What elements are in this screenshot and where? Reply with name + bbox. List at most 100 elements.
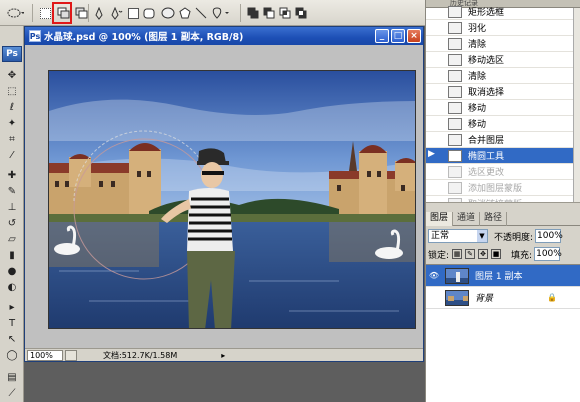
layer-row[interactable]: 背景 🔒 <box>426 287 580 309</box>
history-item[interactable]: 选区更改 <box>426 164 573 180</box>
layer-name: 图层 1 副本 <box>475 272 523 282</box>
blur-tool-icon[interactable]: ● <box>4 264 20 278</box>
type-tool-icon[interactable]: T <box>4 316 20 330</box>
history-snapshot-source[interactable] <box>428 117 442 131</box>
dodge-tool-icon[interactable]: ◐ <box>4 280 20 294</box>
history-step-icon <box>448 21 462 34</box>
elliptical-marquee-icon[interactable] <box>4 5 26 21</box>
eyedropper-tool-icon[interactable]: ⟋ <box>4 386 20 400</box>
history-step-icon <box>448 85 462 98</box>
subtract-from-selection-icon[interactable] <box>74 5 88 21</box>
history-item[interactable]: 移动选区 <box>426 52 573 68</box>
zoom-field[interactable]: 100% <box>27 349 63 361</box>
tab-layers[interactable]: 图层 <box>426 212 454 226</box>
lock-pixels-icon[interactable]: ✎ <box>465 249 476 259</box>
history-item[interactable]: 取消选择 <box>426 84 573 100</box>
status-arrow-icon[interactable]: ▸ <box>221 351 225 360</box>
custom-shape-icon[interactable] <box>210 5 232 21</box>
magic-wand-icon[interactable]: ✦ <box>4 116 20 130</box>
lock-all-icon[interactable]: ■ <box>491 249 502 259</box>
history-snapshot-source[interactable] <box>428 21 442 35</box>
lock-icon: 🔒 <box>547 293 557 302</box>
opacity-label: 不透明度: <box>494 232 534 243</box>
history-item-label: 移动 <box>468 120 487 130</box>
move-tool-icon[interactable]: ✥ <box>4 68 20 82</box>
history-snapshot-source[interactable] <box>428 69 442 83</box>
rectangle-icon[interactable] <box>126 5 140 21</box>
history-snapshot-source[interactable]: ▶ <box>428 149 442 163</box>
polygon-icon[interactable] <box>178 5 192 21</box>
navigator-icon[interactable] <box>65 349 77 361</box>
crop-tool-icon[interactable]: ⌗ <box>4 132 20 146</box>
history-scrollbar[interactable] <box>573 8 580 202</box>
notes-tool-icon[interactable]: ▤ <box>4 370 20 384</box>
history-step-icon <box>448 101 462 114</box>
history-snapshot-source[interactable] <box>428 53 442 67</box>
line-icon[interactable] <box>194 5 208 21</box>
artwork-image[interactable] <box>48 70 416 329</box>
new-selection-icon[interactable] <box>38 5 52 21</box>
minimize-button[interactable]: _ <box>375 29 389 43</box>
history-item[interactable]: 移动 <box>426 116 573 132</box>
combine-subtract-icon[interactable] <box>262 5 276 21</box>
path-selection-icon[interactable]: ▸ <box>4 300 20 314</box>
history-snapshot-source[interactable] <box>428 133 442 147</box>
history-snapshot-source[interactable] <box>428 85 442 99</box>
tab-paths[interactable]: 路径 <box>480 212 508 226</box>
history-snapshot-source[interactable] <box>428 165 442 179</box>
rounded-rectangle-icon[interactable] <box>142 5 156 21</box>
history-item-label: 椭圆工具 <box>468 152 505 162</box>
history-step-icon <box>448 165 462 178</box>
slice-tool-icon[interactable]: ⁄ <box>4 148 20 162</box>
marquee-tool-icon[interactable]: ⬚ <box>4 84 20 98</box>
tab-channels[interactable]: 通道 <box>453 212 481 226</box>
history-snapshot-source[interactable] <box>428 37 442 51</box>
history-snapshot-source[interactable] <box>428 101 442 115</box>
combine-add-icon[interactable] <box>246 5 260 21</box>
fill-input[interactable]: 100% <box>534 247 562 261</box>
layer-name: 背景 <box>475 294 494 304</box>
opacity-input[interactable]: 100% <box>535 229 563 243</box>
eye-icon-empty[interactable] <box>429 293 439 303</box>
document-icon: Ps <box>29 30 41 42</box>
layer-row[interactable]: 👁 图层 1 副本 <box>426 265 580 287</box>
status-bar: 100% 文档:512.7K/1.58M ▸ <box>25 348 423 361</box>
eraser-tool-icon[interactable]: ▱ <box>4 232 20 246</box>
history-snapshot-source[interactable] <box>428 5 442 19</box>
pen-icon[interactable] <box>92 5 106 21</box>
history-item[interactable]: 合并图层 <box>426 132 573 148</box>
history-item[interactable]: 添加图层蒙版 <box>426 180 573 196</box>
combine-intersect-icon[interactable] <box>278 5 292 21</box>
history-item-label: 矩形选框 <box>468 8 505 18</box>
lasso-tool-icon[interactable]: ℓ <box>4 100 20 114</box>
eye-icon[interactable]: 👁 <box>429 271 439 281</box>
gradient-tool-icon[interactable]: ▮ <box>4 248 20 262</box>
layer-thumbnail <box>445 289 469 306</box>
freeform-pen-icon[interactable] <box>110 5 124 21</box>
clone-stamp-icon[interactable]: ⊥ <box>4 200 20 214</box>
history-brush-icon[interactable]: ↺ <box>4 216 20 230</box>
history-item[interactable]: 矩形选框 <box>426 4 573 20</box>
history-snapshot-source[interactable] <box>428 181 442 195</box>
canvas-area[interactable] <box>25 45 423 347</box>
history-item[interactable]: 清除 <box>426 68 573 84</box>
lock-position-icon[interactable]: ✥ <box>478 249 489 259</box>
document-titlebar[interactable]: Ps 水晶球.psd @ 100% (图层 1 副本, RGB/8) _ □ × <box>25 27 423 45</box>
history-item[interactable]: 移动 <box>426 100 573 116</box>
history-item[interactable]: 羽化 <box>426 20 573 36</box>
blend-mode-select[interactable]: 正常 ▼ <box>428 229 488 243</box>
combine-exclude-icon[interactable] <box>294 5 308 21</box>
ellipse-tool-icon[interactable]: ◯ <box>4 348 20 362</box>
brush-tool-icon[interactable]: ✎ <box>4 184 20 198</box>
history-item-label: 移动 <box>468 104 487 114</box>
direct-selection-icon[interactable]: ↖ <box>4 332 20 346</box>
history-item-label: 选区更改 <box>468 168 505 178</box>
history-item[interactable]: ▶ 椭圆工具 <box>426 148 573 164</box>
history-step-icon <box>448 5 462 18</box>
ellipse-icon[interactable] <box>160 5 176 21</box>
lock-transparency-icon[interactable]: ▦ <box>452 249 463 259</box>
close-button[interactable]: × <box>407 29 421 43</box>
history-item[interactable]: 清除 <box>426 36 573 52</box>
healing-brush-icon[interactable]: ✚ <box>4 168 20 182</box>
maximize-button[interactable]: □ <box>391 29 405 43</box>
